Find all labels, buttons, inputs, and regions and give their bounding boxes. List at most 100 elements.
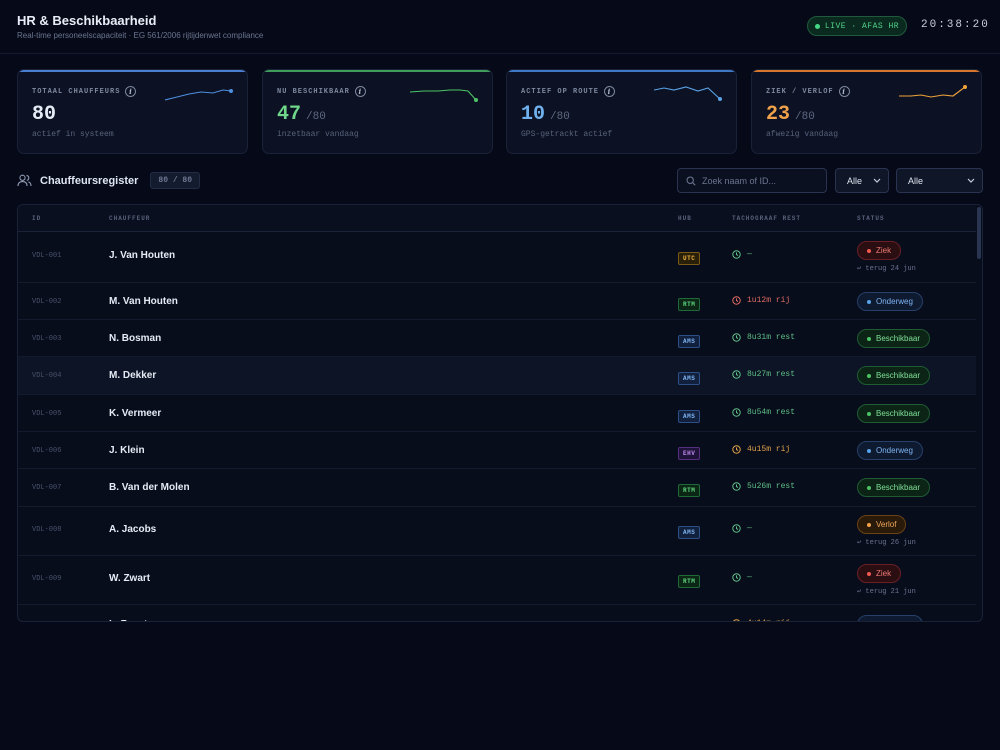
hub-badge: AMS [678, 526, 701, 539]
status-pill[interactable]: Verlof [857, 515, 907, 534]
driver-id: VDL-001 [32, 252, 62, 260]
info-icon[interactable]: i [604, 86, 616, 97]
register-header: Chauffeursregister 80 / 80 [17, 172, 201, 189]
kpi-subtext: actief in systeem [32, 130, 114, 139]
driver-name[interactable]: B. Van der Molen [109, 482, 190, 493]
register-title: Chauffeursregister [40, 174, 139, 187]
hub-filter-value: Alle [847, 175, 863, 186]
table-row[interactable]: VDL-008 A. Jacobs AMS — Verlof ↩ terug 2… [18, 507, 976, 556]
col-header-tacho[interactable]: TACHOGRAAF REST [732, 215, 801, 222]
status-dot-icon [867, 336, 871, 341]
status-pill[interactable]: Onderweg [857, 292, 923, 311]
table-row[interactable]: VDL-009 W. Zwart RTM — Ziek ↩ terug 21 j… [18, 556, 976, 605]
return-date: ↩ terug 26 jun [857, 539, 916, 547]
tacho-cell: — [732, 250, 752, 259]
driver-name[interactable]: N. Bosman [109, 333, 161, 344]
status-label: Onderweg [876, 446, 913, 455]
kpi-of-total: /80 [306, 111, 326, 123]
status-pill[interactable]: Onderweg [857, 615, 923, 621]
status-dot-icon [867, 248, 871, 253]
driver-id: VDL-005 [32, 410, 62, 418]
driver-name[interactable]: L. Zwart [109, 619, 147, 621]
table-row[interactable]: VDL-006 J. Klein EHV 4u15m rij Onderweg [18, 432, 976, 469]
search-box[interactable] [677, 168, 827, 193]
col-header-status[interactable]: STATUS [857, 215, 885, 222]
status-filter-select[interactable]: Alle [896, 168, 983, 193]
tacho-cell: 4u14m rij [732, 619, 790, 621]
kpi-value-row: 80 [32, 103, 61, 126]
kpi-accent-bar [18, 70, 247, 72]
status-pill[interactable]: Onderweg [857, 441, 923, 460]
kpi-label-row: ZIEK / VERLOF i [766, 86, 850, 97]
status-dot-icon [867, 373, 871, 378]
table-row[interactable]: VDL-001 J. Van Houten UTC — Ziek ↩ terug… [18, 233, 976, 283]
status-pill[interactable]: Ziek [857, 564, 902, 583]
tacho-value: 1u12m rij [747, 296, 791, 305]
sparkline-path [654, 86, 721, 100]
tacho-cell: 8u54m rest [732, 408, 795, 417]
table-row[interactable]: VDL-005 K. Vermeer AMS 8u54m rest Beschi… [18, 395, 976, 432]
tacho-value: 8u31m rest [747, 333, 796, 342]
kpi-label: NU BESCHIKBAAR [277, 87, 350, 96]
tacho-value: 4u15m rij [747, 445, 791, 454]
driver-name[interactable]: K. Vermeer [109, 408, 161, 419]
driver-name[interactable]: W. Zwart [109, 573, 150, 584]
hub-badge: AMS [678, 335, 701, 348]
col-header-id[interactable]: ID [32, 215, 41, 222]
driver-name[interactable]: J. Van Houten [109, 250, 175, 261]
info-icon[interactable]: i [125, 86, 137, 97]
driver-id: VDL-003 [32, 335, 62, 343]
clock-icon [732, 250, 741, 259]
sparkline-path [410, 89, 477, 101]
status-label: Onderweg [876, 620, 913, 621]
sparkline-path [165, 89, 232, 101]
search-input[interactable] [702, 175, 817, 186]
tacho-cell: — [732, 573, 752, 582]
driver-name[interactable]: A. Jacobs [109, 524, 156, 535]
table-row[interactable]: VDL-004 M. Dekker AMS 8u27m rest Beschik… [18, 357, 976, 395]
driver-name[interactable]: M. Dekker [109, 370, 156, 381]
chevron-down-icon [873, 178, 881, 183]
col-header-hub[interactable]: HUB [678, 215, 692, 222]
hub-filter-select[interactable]: Alle [835, 168, 889, 193]
col-header-driver[interactable]: CHAUFFEUR [109, 215, 150, 222]
kpi-card: ZIEK / VERLOF i 23 /80 afwezig vandaag [751, 69, 982, 154]
kpi-value: 47 [277, 103, 302, 126]
status-dot-icon [867, 571, 871, 576]
driver-name[interactable]: M. Van Houten [109, 296, 178, 307]
table-row[interactable]: VDL-007 B. Van der Molen RTM 5u26m rest … [18, 469, 976, 507]
hub-badge: RTM [678, 575, 701, 588]
table-scrollbar[interactable] [977, 207, 981, 259]
hub-badge: RTM [678, 298, 701, 311]
kpi-label: ACTIEF OP ROUTE [521, 87, 600, 96]
tacho-cell: 8u31m rest [732, 333, 795, 342]
sparkline [654, 86, 722, 101]
info-icon[interactable]: i [354, 86, 366, 97]
clock-icon [732, 296, 741, 305]
status-pill[interactable]: Ziek [857, 241, 902, 260]
sparkline [410, 89, 478, 102]
status-pill[interactable]: Beschikbaar [857, 329, 931, 348]
sparkline-end-dot [718, 97, 722, 101]
status-pill[interactable]: Beschikbaar [857, 404, 931, 423]
table-row[interactable]: VDL-002 M. Van Houten RTM 1u12m rij Onde… [18, 283, 976, 320]
info-icon[interactable]: i [838, 86, 850, 97]
status-dot-icon [867, 299, 871, 304]
clock-icon [732, 482, 741, 491]
status-dot-icon [867, 485, 871, 490]
kpi-accent-bar [507, 70, 736, 72]
status-pill[interactable]: Beschikbaar [857, 366, 931, 385]
table-row[interactable]: VDL-003 N. Bosman AMS 8u31m rest Beschik… [18, 320, 976, 357]
table-row[interactable]: VDL-010 L. Zwart AMS 4u14m rij Onderweg [18, 605, 976, 621]
search-icon [686, 175, 696, 186]
driver-table: ID CHAUFFEUR HUB TACHOGRAAF REST STATUS … [17, 204, 983, 622]
page-title: HR & Beschikbaarheid [17, 13, 157, 28]
kpi-value: 80 [32, 103, 57, 126]
status-filter-value: Alle [908, 175, 924, 186]
status-label: Verlof [876, 520, 897, 529]
status-pill[interactable]: Beschikbaar [857, 478, 931, 497]
chevron-down-icon [967, 178, 975, 183]
tacho-value: — [747, 524, 752, 533]
driver-name[interactable]: J. Klein [109, 445, 145, 456]
kpi-label-row: ACTIEF OP ROUTE i [521, 86, 616, 97]
